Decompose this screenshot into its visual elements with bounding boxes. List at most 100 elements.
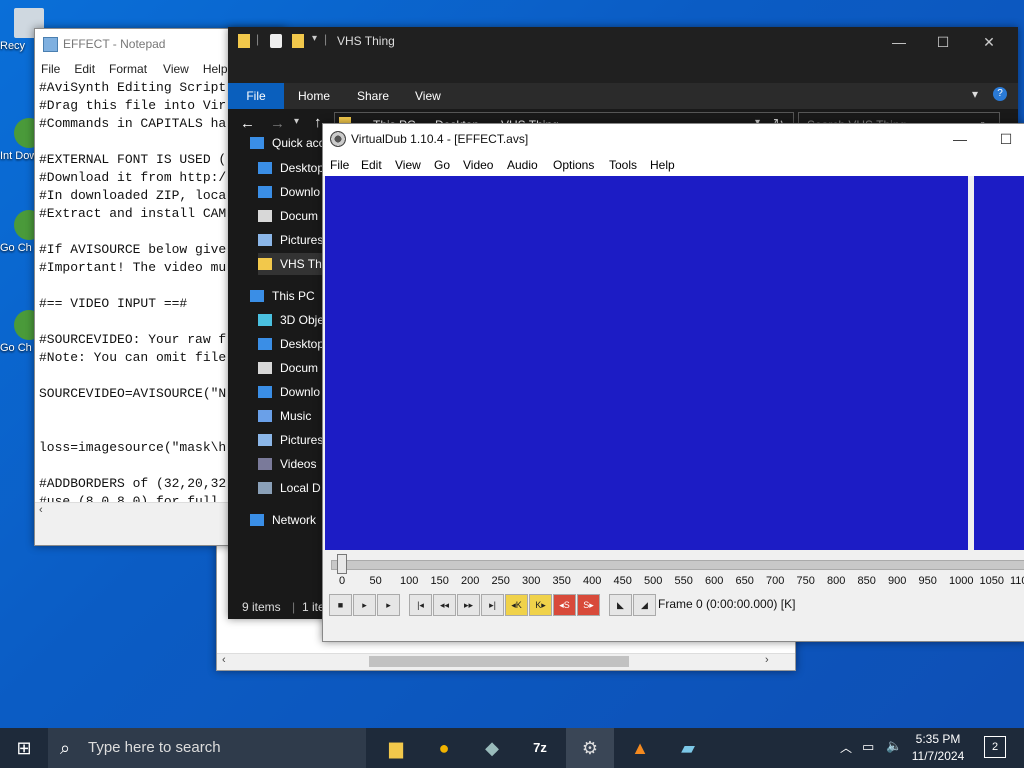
nav-item[interactable]: Videos <box>258 453 316 475</box>
notepad-menu-item[interactable]: File <box>35 59 68 76</box>
nav-item-label: Quick acc <box>272 136 325 150</box>
titlebar-divider: | <box>256 32 260 46</box>
explorer-titlebar[interactable]: | ▾ | VHS Thing — ☐ ✕ <box>228 27 1018 83</box>
scroll-left-icon[interactable]: ‹ <box>222 654 226 666</box>
file-explorer-icon[interactable]: ▆ <box>372 728 420 768</box>
nav-item[interactable]: Desktop <box>258 157 324 179</box>
chevron-down-icon[interactable]: ▾ <box>294 116 299 127</box>
nav-item[interactable]: Docum <box>258 357 318 379</box>
nav-item[interactable]: Downlo <box>258 181 320 203</box>
notepad-menu-item[interactable]: Edit <box>68 59 103 76</box>
virtualdub-taskbar-icon[interactable]: ⚙ <box>566 728 614 768</box>
chrome-icon[interactable]: ● <box>420 728 468 768</box>
virtualdub-menu-item[interactable]: Edit <box>361 158 382 172</box>
virtualdub-menu-item[interactable]: Video <box>463 158 493 172</box>
notepad-menu-item[interactable]: Format <box>103 59 157 76</box>
minimize-button[interactable]: — <box>937 124 983 154</box>
nav-item[interactable]: Quick acc <box>250 132 325 154</box>
notepad-menu-item[interactable]: View <box>157 59 197 76</box>
ribbon-file-tab[interactable]: File <box>228 83 284 109</box>
volume-icon[interactable]: 🔈 <box>886 738 902 754</box>
scroll-right-icon[interactable]: › <box>765 654 769 666</box>
next-keyframe-button[interactable]: K▸ <box>529 594 552 616</box>
nav-item[interactable]: This PC <box>250 285 315 307</box>
position-slider-thumb[interactable] <box>337 554 347 574</box>
position-slider-track[interactable] <box>331 560 1024 570</box>
text-line: #== VIDEO INPUT ==# <box>39 296 188 311</box>
nav-item[interactable]: Local D <box>258 477 321 499</box>
close-button[interactable]: ✕ <box>966 27 1012 57</box>
end-icon[interactable]: ▸| <box>481 594 504 616</box>
taskbar-search[interactable]: ⌕ Type here to search <box>48 728 366 768</box>
mark-out-button[interactable]: ◢ <box>633 594 656 616</box>
virtualdub-menu-item[interactable]: View <box>395 158 421 172</box>
status-divider: | <box>292 600 296 614</box>
virtualdub-menu-item[interactable]: Audio <box>507 158 538 172</box>
output-video-pane <box>974 176 1024 550</box>
ribbon-tab-view[interactable]: View <box>415 89 441 103</box>
nav-item[interactable]: Music <box>258 405 311 427</box>
virtualdub-menu-item[interactable]: Tools <box>609 158 637 172</box>
help-icon[interactable]: ? <box>993 87 1007 101</box>
forward-arrow-icon[interactable]: → <box>270 115 285 132</box>
nav-item[interactable]: Network <box>250 509 316 531</box>
chevron-down-icon[interactable]: ▾ <box>312 33 317 44</box>
prev-keyframe-button[interactable]: ◂K <box>505 594 528 616</box>
tick-label: 350 <box>552 575 571 587</box>
new-folder-icon[interactable] <box>292 34 304 48</box>
notification-icon[interactable]: 2 <box>984 736 1006 758</box>
nav-item[interactable]: 3D Obje <box>258 309 324 331</box>
nav-item[interactable]: Downlo <box>258 381 320 403</box>
scroll-thumb[interactable] <box>369 656 629 667</box>
ribbon-tab-share[interactable]: Share <box>357 89 389 103</box>
start-button[interactable]: ⊞ <box>0 728 48 768</box>
nav-item-label: Desktop <box>280 161 325 175</box>
chevron-down-icon[interactable]: ▾ <box>972 87 978 101</box>
play-output-button[interactable]: ▸ <box>377 594 400 616</box>
vlc-icon[interactable]: ▲ <box>616 728 664 768</box>
minimize-button[interactable]: — <box>876 27 922 57</box>
nav-item-label: Downlo <box>280 185 321 199</box>
notepad-text-area[interactable]: #AviSynth Editing Script #Drag this file … <box>39 79 226 511</box>
virtualdub-menu-item[interactable]: File <box>330 158 349 172</box>
ribbon-tab-home[interactable]: Home <box>298 89 330 103</box>
maximize-button[interactable]: ☐ <box>920 27 966 57</box>
mark-in-button[interactable]: ◣ <box>609 594 632 616</box>
scroll-left-icon[interactable]: ‹ <box>39 504 43 516</box>
play-input-button[interactable]: ▸ <box>353 594 376 616</box>
notepad-taskbar-icon[interactable]: ▰ <box>664 728 712 768</box>
virtualdub-menu-item[interactable]: Help <box>650 158 675 172</box>
next-scene-button[interactable]: S▸ <box>577 594 600 616</box>
virtualdub-menu-item[interactable]: Options <box>553 158 594 172</box>
maximize-button[interactable]: ☐ <box>983 124 1024 154</box>
stop-button[interactable]: ■ <box>329 594 352 616</box>
network-icon[interactable]: ▭ <box>862 739 874 755</box>
text-line <box>39 457 226 475</box>
properties-icon[interactable] <box>270 34 282 48</box>
virtualdub-titlebar[interactable]: VirtualDub 1.10.4 - [EFFECT.avs] — ☐ <box>323 124 1024 154</box>
background-window-scrollbar[interactable]: ‹ › <box>217 653 795 670</box>
back-arrow-icon[interactable]: ← <box>240 115 255 132</box>
nav-item[interactable]: Pictures <box>258 229 323 251</box>
start-icon[interactable]: |◂ <box>409 594 432 616</box>
nav-item-label: Docum <box>280 209 319 223</box>
virtualdub-menu-item[interactable]: Go <box>434 158 450 172</box>
next-frame-button[interactable]: ▸▸ <box>457 594 480 616</box>
paint-icon[interactable]: ◆ <box>468 728 516 768</box>
virtualdub-window[interactable]: VirtualDub 1.10.4 - [EFFECT.avs] — ☐ Fil… <box>322 123 1024 642</box>
7zip-icon[interactable]: 7z <box>516 728 564 768</box>
tick-label: 550 <box>674 575 693 587</box>
tick-label: 150 <box>430 575 449 587</box>
nav-item[interactable]: Desktop <box>258 333 324 355</box>
tick-label: 450 <box>613 575 632 587</box>
text-line <box>39 277 226 295</box>
taskbar-clock[interactable]: 5:35 PM 11/7/2024 <box>906 731 970 765</box>
up-arrow-icon[interactable]: ↑ <box>314 114 322 131</box>
prev-scene-button[interactable]: ◂S <box>553 594 576 616</box>
nav-item[interactable]: Pictures <box>258 429 323 451</box>
chevron-up-icon[interactable]: ︿ <box>840 739 852 756</box>
text-line <box>39 403 226 421</box>
nav-item[interactable]: Docum <box>258 205 318 227</box>
text-line: loss=imagesource("mask\h <box>39 440 227 455</box>
previous-frame-button[interactable]: ◂◂ <box>433 594 456 616</box>
